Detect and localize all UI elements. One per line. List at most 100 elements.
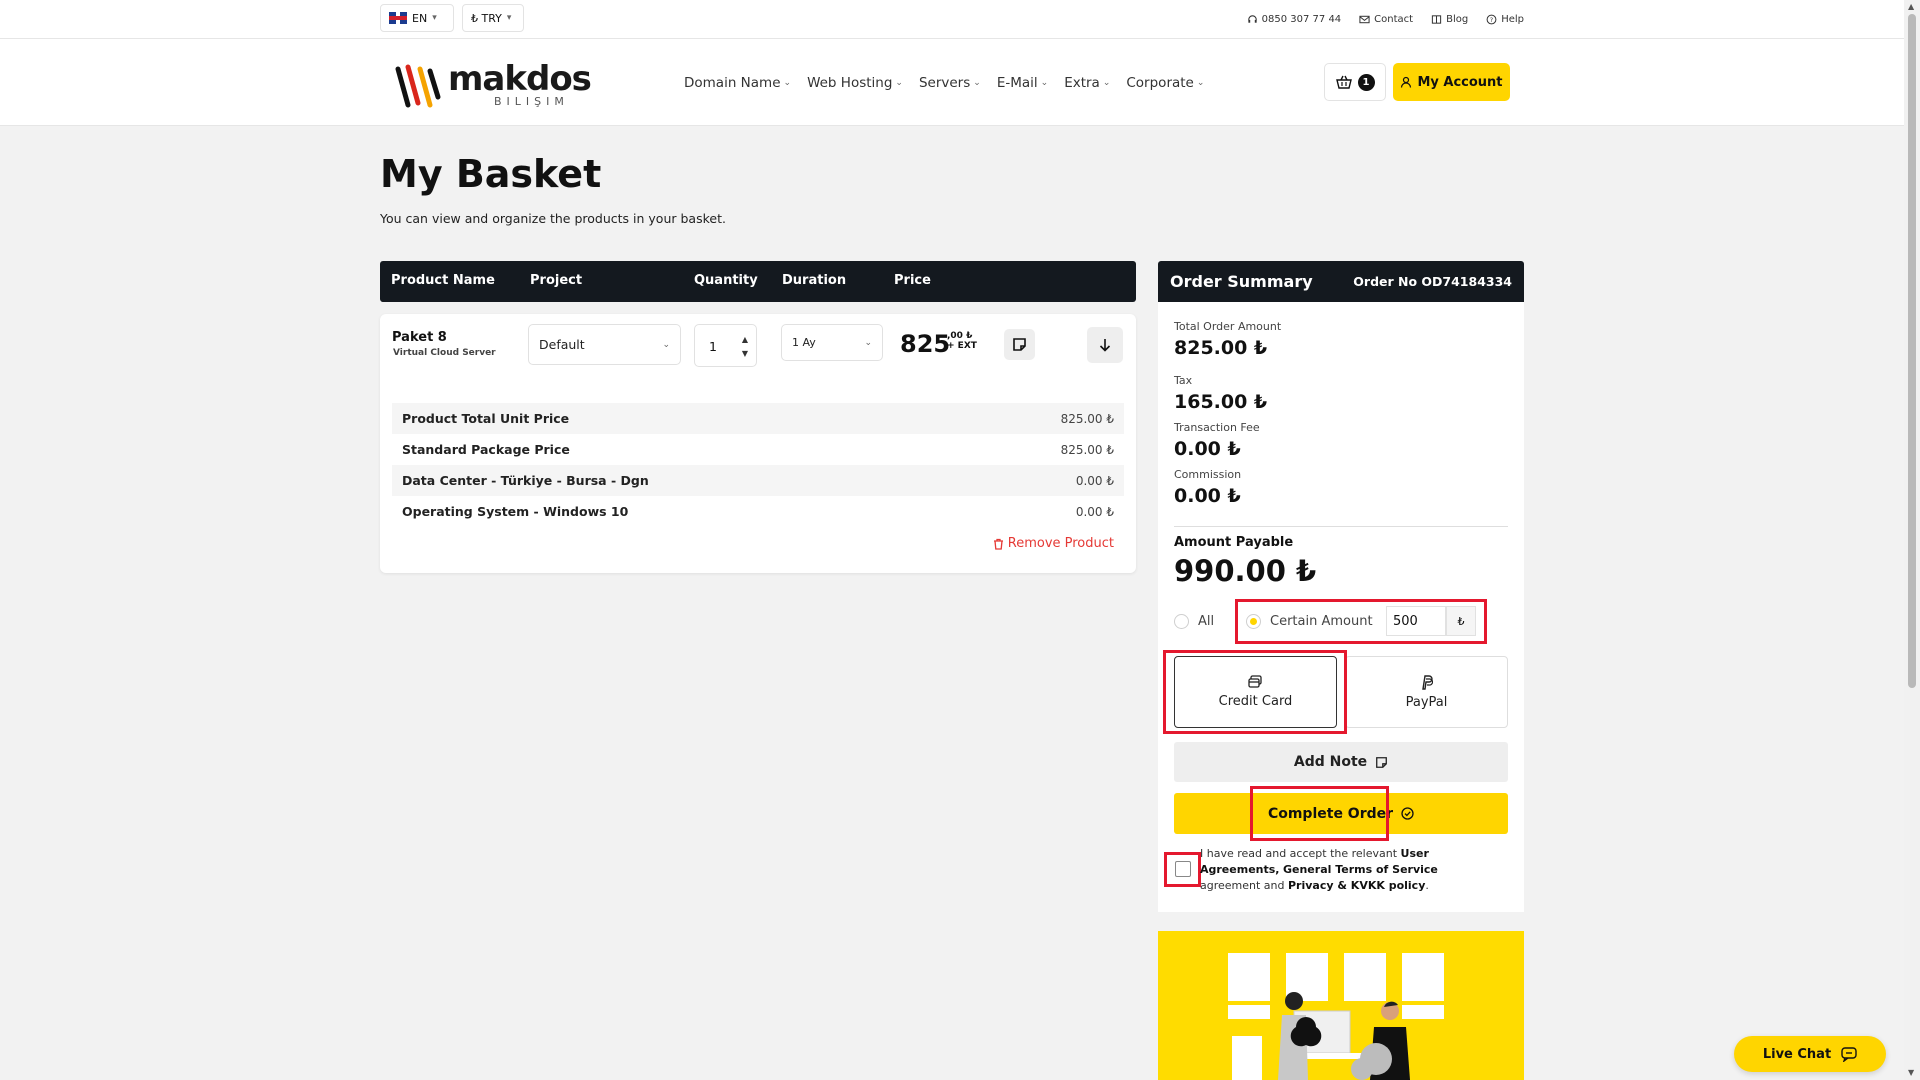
duration-select[interactable]: 1 Ay ⌄ (781, 324, 883, 361)
cart-button[interactable]: 1 (1324, 63, 1386, 101)
scroll-down-arrow-icon[interactable]: ▼ (1908, 1068, 1914, 1077)
blog-text: Blog (1446, 13, 1469, 25)
order-number: Order No OD74184334 (1353, 274, 1512, 289)
chevron-down-icon: ⌄ (864, 337, 872, 348)
logo-mark-icon (395, 64, 441, 108)
my-account-label: My Account (1417, 74, 1503, 90)
phone-link[interactable]: 0850 307 77 44 (1247, 13, 1342, 25)
book-icon (1431, 14, 1442, 24)
total-order-label: Total Order Amount (1174, 320, 1282, 333)
price-cents: ,00 ₺ (947, 331, 973, 341)
nav-domain-name[interactable]: Domain Name ⌄ (684, 75, 791, 91)
paypal-option[interactable]: PayPal (1345, 656, 1508, 728)
main-nav: Domain Name ⌄ Web Hosting ⌄ Servers ⌄ E-Mai… (684, 39, 1204, 126)
contact-text: Contact (1374, 13, 1414, 25)
chevron-down-icon: ⌄ (895, 77, 903, 88)
quantity-stepper[interactable]: 1 ▲ ▼ (694, 324, 757, 367)
row-label: Standard Package Price (402, 442, 570, 457)
chevron-down-icon: ⌄ (1102, 77, 1111, 88)
scrollbar-thumb[interactable] (1908, 14, 1916, 688)
duration-value: 1 Ay (792, 336, 816, 349)
nav-servers[interactable]: Servers ⌄ (919, 75, 981, 91)
table-row: Product Total Unit Price 825.00 ₺ (392, 403, 1124, 434)
col-product-name: Product Name (391, 273, 495, 288)
chat-bubble-icon (1841, 1046, 1857, 1062)
language-selector[interactable]: EN ▾ (380, 4, 454, 32)
help-text: Help (1501, 13, 1524, 25)
arrow-down-icon (1099, 339, 1111, 352)
currency-label: ₺ TRY (471, 11, 502, 25)
terms-part: agreement and (1200, 879, 1288, 892)
terms-part: . (1425, 879, 1429, 892)
radio-all-label: All (1198, 614, 1215, 629)
privacy-kvkk-link[interactable]: Privacy & KVKK policy (1288, 879, 1425, 892)
product-price: 825 (900, 330, 951, 358)
paypal-icon (1422, 674, 1433, 690)
product-note-button[interactable] (1004, 329, 1035, 360)
help-circle-icon: ? (1486, 14, 1497, 24)
help-link[interactable]: ? Help (1486, 14, 1524, 25)
col-quantity: Quantity (694, 273, 758, 288)
expand-details-button[interactable] (1087, 327, 1123, 363)
svg-text:?: ? (1490, 15, 1493, 23)
nav-label: Extra (1064, 74, 1100, 91)
chevron-down-icon: ⌄ (662, 339, 670, 350)
nav-label: Servers (918, 74, 971, 91)
tax-label: Tax (1174, 374, 1193, 387)
order-summary-header: Order Summary Order No OD74184334 (1158, 261, 1524, 302)
project-select[interactable]: Default ⌄ (528, 324, 681, 365)
increment-arrow-icon[interactable]: ▲ (742, 335, 748, 344)
currency-selector[interactable]: ₺ TRY ▾ (462, 4, 524, 32)
logo-name: makdos (448, 59, 592, 99)
live-chat-button[interactable]: Live Chat (1734, 1036, 1886, 1072)
amount-payable-label: Amount Payable (1174, 535, 1294, 550)
table-row: Data Center - Türkiye - Bursa - Dgn 0.00… (392, 465, 1124, 496)
commission-label: Commission (1174, 468, 1242, 481)
note-icon (1376, 756, 1388, 768)
remove-product-button[interactable]: Remove Product (993, 536, 1114, 551)
language-label: EN (412, 11, 428, 25)
blog-link[interactable]: Blog (1431, 14, 1468, 25)
page-scrollbar[interactable]: ▲ ▼ (1904, 0, 1920, 1080)
product-type: Virtual Cloud Server (393, 348, 496, 358)
nav-label: Web Hosting (807, 74, 893, 91)
makdos-logo[interactable]: makdos BILIŞIM (394, 57, 592, 111)
phone-text: 0850 307 77 44 (1261, 13, 1342, 25)
general-terms-link[interactable]: General Terms of Service (1283, 863, 1438, 876)
chevron-down-icon: ▾ (432, 13, 437, 23)
nav-email[interactable]: E-Mail ⌄ (997, 75, 1048, 91)
note-icon (1013, 338, 1026, 351)
nav-corporate[interactable]: Corporate ⌄ (1126, 75, 1204, 91)
row-label: Product Total Unit Price (402, 411, 570, 426)
highlight-box (1163, 650, 1347, 734)
cart-count-badge: 1 (1357, 73, 1375, 91)
transaction-fee-label: Transaction Fee (1174, 421, 1260, 434)
row-value: 0.00 ₺ (1075, 504, 1114, 519)
scroll-up-arrow-icon[interactable]: ▲ (1908, 2, 1914, 11)
headset-icon (1247, 14, 1257, 23)
add-note-button[interactable]: Add Note (1174, 742, 1508, 782)
user-icon (1401, 76, 1412, 88)
amount-payable: 990.00 ₺ (1174, 554, 1317, 588)
chevron-down-icon: ⌄ (973, 77, 981, 88)
check-circle-icon (1401, 807, 1414, 820)
highlight-box (1250, 786, 1389, 841)
order-summary-panel: Total Order Amount 825.00 ₺ Tax 165.00 ₺… (1158, 302, 1524, 912)
summary-divider (1174, 526, 1508, 527)
basket-icon (1335, 75, 1352, 89)
chevron-down-icon: ⌄ (1040, 77, 1049, 88)
total-order-amount: 825.00 ₺ (1174, 337, 1268, 359)
nav-web-hosting[interactable]: Web Hosting ⌄ (807, 75, 903, 91)
remove-product-label: Remove Product (1007, 536, 1114, 551)
table-row: Operating System - Windows 10 0.00 ₺ (392, 496, 1124, 527)
decrement-arrow-icon[interactable]: ▼ (742, 349, 748, 358)
radio-all[interactable] (1174, 614, 1189, 629)
nav-extra[interactable]: Extra ⌄ (1064, 75, 1110, 91)
top-utility-bar: EN ▾ ₺ TRY ▾ 0850 307 77 44 Contact Blog… (0, 0, 1904, 39)
chevron-down-icon: ▾ (506, 13, 512, 23)
my-account-button[interactable]: My Account (1393, 63, 1510, 101)
project-value: Default (539, 337, 585, 352)
contact-link[interactable]: Contact (1359, 14, 1413, 25)
uk-flag-icon (389, 12, 407, 24)
nav-label: Corporate (1126, 74, 1194, 91)
